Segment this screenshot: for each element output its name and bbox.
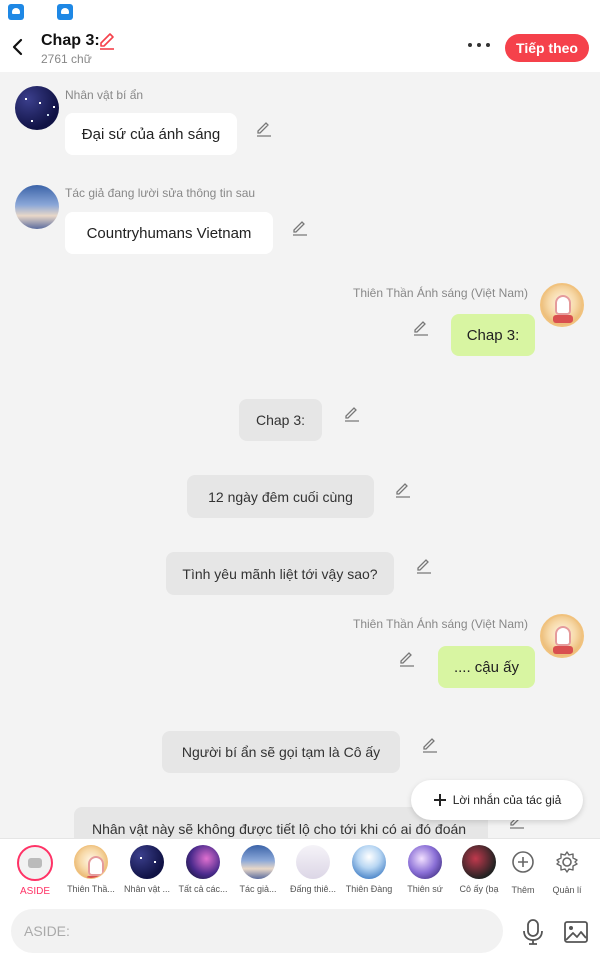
manage-label: Quản lí (552, 885, 582, 895)
character-label: Thiên sứ (407, 884, 443, 894)
character-label: Tác giả... (239, 884, 277, 894)
microphone-icon[interactable] (521, 918, 545, 946)
character-avatar[interactable] (15, 185, 59, 229)
more-options-icon[interactable] (468, 40, 494, 50)
character-avatar (462, 845, 496, 879)
pencil-icon[interactable] (97, 31, 117, 51)
author-name: Thiên Thần Ánh sáng (Việt Nam) (353, 286, 528, 300)
character-aside[interactable]: ASIDE (7, 845, 63, 897)
word-count: 2761 chữ (41, 52, 92, 66)
chapter-title: Chap 3: (41, 32, 100, 49)
back-arrow-icon[interactable] (8, 34, 30, 60)
pencil-icon[interactable] (291, 219, 309, 237)
author-name: Thiên Thần Ánh sáng (Việt Nam) (353, 617, 528, 631)
character-label: Đấng thiê... (289, 884, 337, 894)
plus-icon (433, 793, 447, 807)
author-name: Nhân vật bí ẩn (65, 88, 144, 102)
character-avatar[interactable] (540, 283, 584, 327)
gear-icon (556, 851, 578, 873)
image-icon[interactable] (563, 920, 589, 944)
character-item[interactable]: Thiên sứ (397, 845, 453, 894)
input-bar (0, 904, 600, 960)
character-avatar (408, 845, 442, 879)
status-bar (0, 0, 600, 26)
app-notification-icon (57, 4, 73, 20)
plus-circle-icon (512, 851, 534, 873)
narration-bubble[interactable]: 12 ngày đêm cuối cùng (187, 475, 374, 518)
manage-button[interactable]: Quản lí (539, 845, 595, 895)
character-avatar[interactable] (15, 86, 59, 130)
character-avatar (74, 845, 108, 879)
message-input[interactable] (11, 909, 503, 953)
character-avatar[interactable] (540, 614, 584, 658)
pencil-icon[interactable] (398, 650, 416, 668)
narration-bubble[interactable]: Người bí ẩn sẽ gọi tạm là Cô ấy (162, 731, 400, 773)
character-avatar (241, 845, 275, 879)
author-name: Tác giả đang lười sửa thông tin sau (65, 186, 256, 200)
character-label: Thiên Thầ... (67, 884, 115, 894)
app-notification-icon (8, 4, 24, 20)
message-bubble[interactable]: Chap 3: (451, 314, 535, 356)
chat-area[interactable]: Nhân vật bí ẩn Đại sứ của ánh sáng Tác g… (0, 72, 600, 838)
header: Chap 3: 2761 chữ Tiếp theo (0, 26, 600, 72)
character-item[interactable]: Tác giả... (230, 845, 286, 894)
character-item[interactable]: Nhân vật ... (119, 845, 175, 894)
pencil-icon[interactable] (343, 405, 361, 423)
character-avatar (130, 845, 164, 879)
pencil-icon[interactable] (394, 481, 412, 499)
character-avatar (296, 845, 330, 879)
aside-icon (17, 845, 53, 881)
pencil-icon[interactable] (255, 120, 273, 138)
character-item[interactable]: Tất cả các... (175, 845, 231, 894)
author-note-label: Lời nhắn của tác giả (452, 793, 562, 807)
narration-bubble[interactable]: Tình yêu mãnh liệt tới vậy sao? (166, 552, 394, 595)
message-bubble[interactable]: Countryhumans Vietnam (65, 212, 273, 254)
message-bubble[interactable]: Đại sứ của ánh sáng (65, 113, 237, 155)
character-item[interactable]: Thiên Thầ... (63, 845, 119, 894)
character-avatar (186, 845, 220, 879)
pencil-icon[interactable] (421, 736, 439, 754)
message-bubble[interactable]: .... cậu ấy (438, 646, 535, 688)
character-label: Tất cả các... (178, 884, 228, 894)
pencil-icon[interactable] (415, 557, 433, 575)
author-note-button[interactable]: Lời nhắn của tác giả (411, 780, 583, 820)
character-bar: ASIDE Thiên Thầ... Nhân vật ... Tất cả c… (0, 838, 600, 904)
narration-bubble[interactable]: Chap 3: (239, 399, 322, 441)
character-avatar (352, 845, 386, 879)
character-item[interactable]: Đấng thiê... (285, 845, 341, 894)
character-label: ASIDE (19, 886, 50, 897)
character-item[interactable]: Thiên Đàng (341, 845, 397, 894)
character-label: Thiên Đàng (345, 884, 393, 894)
next-button[interactable]: Tiếp theo (505, 34, 589, 62)
character-label: Nhân vật ... (123, 884, 171, 894)
pencil-icon[interactable] (412, 319, 430, 337)
